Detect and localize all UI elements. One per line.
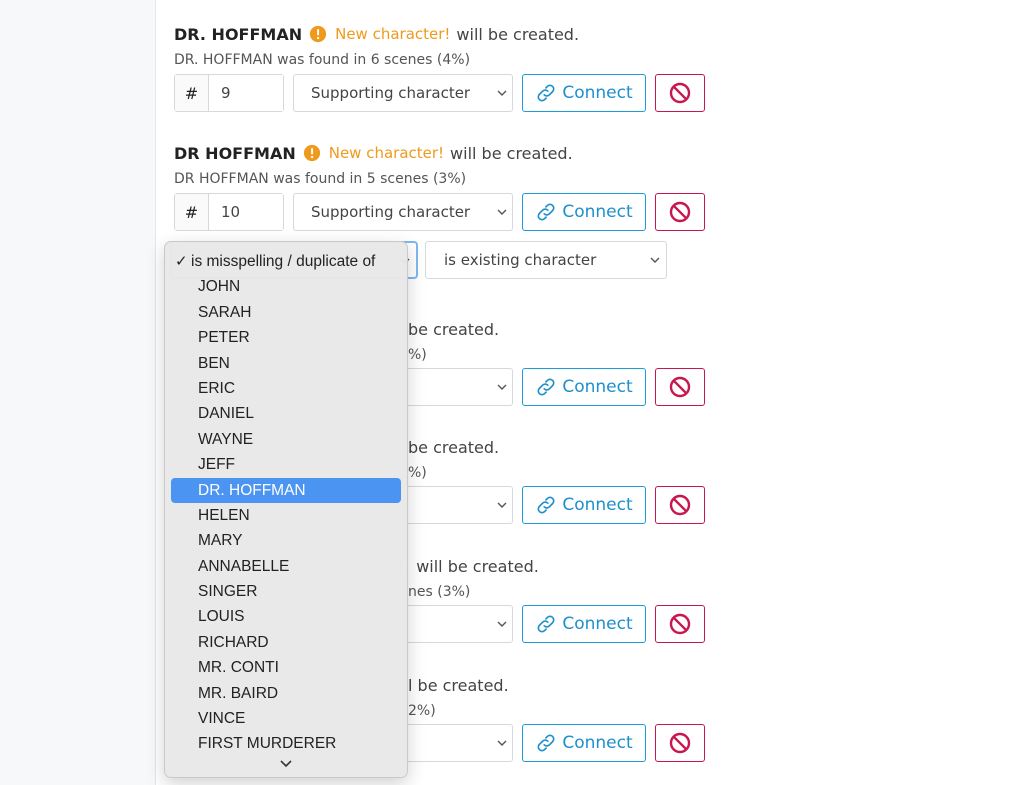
chevron-down-icon xyxy=(650,257,660,263)
character-number-input[interactable] xyxy=(209,75,283,111)
warning-badge-icon xyxy=(303,144,320,162)
connect-button-label: Connect xyxy=(562,377,633,397)
dropdown-option-character[interactable]: MR. BAIRD xyxy=(171,681,401,706)
chevron-down-icon xyxy=(497,384,507,390)
connect-button-label: Connect xyxy=(562,202,633,222)
connect-button[interactable]: Connect xyxy=(522,193,646,231)
role-select-value: Supporting character xyxy=(311,203,471,221)
dropdown-option-character[interactable]: MR. CONTI xyxy=(171,655,401,680)
prohibited-icon xyxy=(669,376,691,398)
ignore-button[interactable] xyxy=(655,74,705,112)
ignore-button[interactable] xyxy=(655,486,705,524)
prohibited-icon xyxy=(669,732,691,754)
dropdown-option-character[interactable]: JOHN xyxy=(171,274,401,299)
connect-button-label: Connect xyxy=(562,495,633,515)
chevron-down-icon xyxy=(497,90,507,96)
link-icon xyxy=(537,615,555,633)
chevron-down-icon xyxy=(497,502,507,508)
dropdown-option-character[interactable]: VINCE xyxy=(171,706,401,731)
character-title: be created. xyxy=(408,436,738,458)
link-icon xyxy=(537,496,555,514)
dropdown-option-character[interactable]: RICHARD xyxy=(171,630,401,655)
connect-button[interactable]: Connect xyxy=(522,486,646,524)
role-select-value: Supporting character xyxy=(311,84,471,102)
prohibited-icon xyxy=(669,613,691,635)
chevron-down-icon xyxy=(280,760,292,768)
new-character-label: New character! xyxy=(335,25,451,43)
dropdown-option-character[interactable]: BEN xyxy=(171,351,401,376)
dropdown-option-character[interactable]: FIRST MURDERER xyxy=(171,731,401,756)
connect-button-label: Connect xyxy=(562,733,633,753)
character-name: DR. HOFFMAN xyxy=(174,24,303,44)
found-scenes-text: DR HOFFMAN was found in 5 scenes (3%) xyxy=(174,171,467,187)
ignore-button[interactable] xyxy=(655,368,705,406)
dropdown-option-character[interactable]: LOUIS xyxy=(171,604,401,629)
dropdown-option-character[interactable]: DR. HOFFMAN xyxy=(171,477,401,503)
chevron-down-icon xyxy=(497,740,507,746)
character-title: DR. HOFFMAN New character! will be creat… xyxy=(174,23,734,45)
will-be-created-text: be created. xyxy=(408,437,500,457)
prohibited-icon xyxy=(669,494,691,516)
link-icon xyxy=(537,734,555,752)
dropdown-option-character[interactable]: MARY xyxy=(171,528,401,553)
prohibited-icon xyxy=(669,82,691,104)
dropdown-options-list: is misspelling / duplicate ofJOHNSARAHPE… xyxy=(165,249,407,757)
dropdown-option-character[interactable]: ANNABELLE xyxy=(171,554,401,579)
hash-icon: # xyxy=(175,75,209,111)
character-title: l be created. xyxy=(408,674,738,696)
role-select[interactable]: Supporting character xyxy=(293,193,513,231)
dropdown-option-character[interactable]: SARAH xyxy=(171,300,401,325)
dropdown-option-character[interactable]: WAYNE xyxy=(171,427,401,452)
character-block: DR. HOFFMAN New character! will be creat… xyxy=(174,23,734,114)
will-be-created-text: be created. xyxy=(408,319,500,339)
character-title: DR HOFFMAN New character! will be create… xyxy=(174,142,734,164)
will-be-created-text: will be created. xyxy=(456,24,580,44)
connect-button[interactable]: Connect xyxy=(522,74,646,112)
character-block: DR HOFFMAN New character! will be create… xyxy=(174,142,734,233)
role-select[interactable]: Supporting character xyxy=(293,74,513,112)
character-name: DR HOFFMAN xyxy=(174,143,296,163)
will-be-created-text: will be created. xyxy=(416,556,539,576)
existing-character-value: is existing character xyxy=(444,251,597,269)
link-icon xyxy=(537,203,555,221)
link-icon xyxy=(537,84,555,102)
chevron-down-icon xyxy=(497,209,507,215)
character-number-group: # xyxy=(174,74,284,112)
dropdown-option-character[interactable]: SINGER xyxy=(171,579,401,604)
connect-button-label: Connect xyxy=(562,83,633,103)
character-number-group: # xyxy=(174,193,284,231)
prohibited-icon xyxy=(669,201,691,223)
will-be-created-text: l be created. xyxy=(408,675,509,695)
dropdown-option-relation[interactable]: is misspelling / duplicate of xyxy=(171,249,401,275)
will-be-created-text: will be created. xyxy=(450,143,573,163)
connect-button[interactable]: Connect xyxy=(522,724,646,762)
dropdown-option-character[interactable]: PETER xyxy=(171,325,401,350)
existing-character-select[interactable]: is existing character xyxy=(425,241,667,279)
dropdown-option-character[interactable]: ERIC xyxy=(171,376,401,401)
dropdown-option-character[interactable]: DANIEL xyxy=(171,401,401,426)
character-controls: # Supporting character Connect xyxy=(174,74,734,114)
new-character-label: New character! xyxy=(328,144,445,162)
link-icon xyxy=(537,378,555,396)
connect-button[interactable]: Connect xyxy=(522,605,646,643)
character-controls: # Supporting character Connect xyxy=(174,193,734,233)
left-panel xyxy=(0,0,156,785)
scroll-down-indicator[interactable] xyxy=(165,757,407,773)
dropdown-option-character[interactable]: JEFF xyxy=(171,452,401,477)
connect-button-label: Connect xyxy=(562,614,633,634)
dropdown-option-character[interactable]: HELEN xyxy=(171,503,401,528)
warning-badge-icon xyxy=(309,25,327,43)
relation-dropdown-menu: is misspelling / duplicate ofJOHNSARAHPE… xyxy=(164,241,408,778)
hash-icon: # xyxy=(175,194,209,230)
chevron-down-icon xyxy=(497,621,507,627)
found-scenes-text: DR. HOFFMAN was found in 6 scenes (4%) xyxy=(174,52,471,68)
connect-button[interactable]: Connect xyxy=(522,368,646,406)
character-number-input[interactable] xyxy=(209,194,283,230)
character-title: be created. xyxy=(408,318,738,340)
ignore-button[interactable] xyxy=(655,193,705,231)
character-title: r! will be created. xyxy=(398,555,738,577)
ignore-button[interactable] xyxy=(655,724,705,762)
ignore-button[interactable] xyxy=(655,605,705,643)
